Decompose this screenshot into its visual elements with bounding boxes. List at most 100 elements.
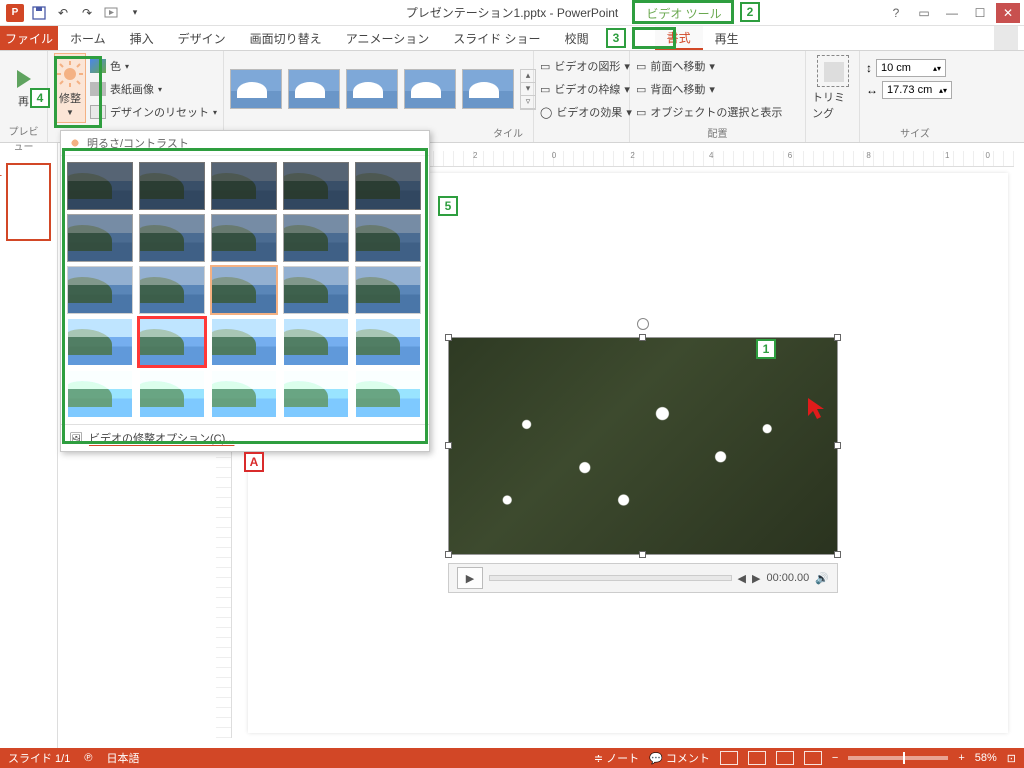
correction-option[interactable] [211, 318, 277, 366]
crop-button[interactable]: トリミング [812, 53, 853, 123]
correction-option[interactable] [283, 370, 349, 418]
reading-view-icon[interactable] [776, 751, 794, 765]
correction-option[interactable] [139, 214, 205, 262]
correction-option[interactable] [139, 162, 205, 210]
rotate-handle-icon[interactable] [637, 318, 649, 330]
undo-icon[interactable]: ↶ [52, 2, 74, 24]
video-corrections-options[interactable]: 🖼 ビデオの修整オプション(C)... [61, 424, 429, 451]
tab-file[interactable]: ファイル [0, 26, 58, 50]
video-style-thumb[interactable] [230, 69, 282, 109]
dropdown-header: 明るさ/コントラスト [61, 131, 429, 156]
slideshow-view-icon[interactable] [804, 751, 822, 765]
video-effects-button[interactable]: ◯ ビデオの効果 ▾ [540, 101, 632, 123]
poster-frame-button[interactable]: 表紙画像 ▾ [90, 78, 217, 100]
volume-icon[interactable]: 🔊 [815, 572, 829, 585]
zoom-out-icon[interactable]: − [832, 752, 838, 764]
correction-option[interactable] [283, 162, 349, 210]
video-styles-gallery[interactable]: ▴▾▿ [230, 69, 536, 110]
video-style-thumb[interactable] [346, 69, 398, 109]
correction-option[interactable] [355, 266, 421, 314]
resize-handle[interactable] [445, 442, 452, 449]
zoom-slider[interactable] [848, 756, 948, 760]
correction-option-hover[interactable] [211, 266, 277, 314]
group-arrange-label: 配置 [636, 125, 799, 142]
video-object[interactable] [448, 337, 838, 555]
save-icon[interactable] [28, 2, 50, 24]
correction-option[interactable] [67, 318, 133, 366]
app-icon: P [4, 2, 26, 24]
correction-option[interactable] [67, 162, 133, 210]
correction-option[interactable] [67, 370, 133, 418]
height-input[interactable]: 10 cm▴▾ [876, 59, 946, 77]
correction-option[interactable] [139, 266, 205, 314]
correction-option[interactable] [67, 214, 133, 262]
resize-handle[interactable] [834, 334, 841, 341]
resize-handle[interactable] [445, 551, 452, 558]
tab-insert[interactable]: 挿入 [118, 26, 166, 50]
correction-option[interactable] [355, 162, 421, 210]
correction-option[interactable] [211, 214, 277, 262]
step-back-icon[interactable]: ◀ [738, 572, 746, 585]
minimize-icon[interactable]: — [940, 3, 964, 23]
fit-window-icon[interactable]: ⊡ [1007, 752, 1016, 765]
tab-review[interactable]: 校閲 [553, 26, 601, 50]
slide-thumbnail[interactable]: 1 [6, 163, 51, 241]
maximize-icon[interactable]: ☐ [968, 3, 992, 23]
corrections-button[interactable]: 修整 ▼ [54, 53, 86, 123]
reset-design-button[interactable]: デザインのリセット ▾ [90, 101, 217, 123]
selection-pane-button[interactable]: ▭ オブジェクトの選択と表示 [636, 101, 782, 123]
resize-handle[interactable] [445, 334, 452, 341]
resize-handle[interactable] [639, 334, 646, 341]
close-icon[interactable]: ✕ [996, 3, 1020, 23]
start-from-beginning-icon[interactable] [100, 2, 122, 24]
comments-button[interactable]: 💬 コメント [649, 750, 710, 766]
video-style-thumb[interactable] [404, 69, 456, 109]
corrections-dropdown: 明るさ/コントラスト 🖼 ビデオの修整オプション(C)... [60, 130, 430, 452]
resize-handle[interactable] [834, 551, 841, 558]
video-style-thumb[interactable] [288, 69, 340, 109]
correction-option[interactable] [283, 266, 349, 314]
cursor-arrow-icon [806, 396, 832, 422]
correction-option[interactable] [211, 162, 277, 210]
video-style-thumb[interactable] [462, 69, 514, 109]
sorter-view-icon[interactable] [748, 751, 766, 765]
correction-option[interactable] [67, 266, 133, 314]
tab-animations[interactable]: アニメーション [334, 26, 442, 50]
seek-track[interactable] [489, 575, 732, 581]
video-shape-button[interactable]: ▭ ビデオの図形 ▾ [540, 55, 632, 77]
zoom-value[interactable]: 58% [975, 752, 997, 764]
correction-option[interactable] [283, 214, 349, 262]
account-icon[interactable] [994, 26, 1018, 50]
color-button[interactable]: 色 ▾ [90, 55, 217, 77]
tab-slideshow[interactable]: スライド ショー [441, 26, 552, 50]
notes-button[interactable]: ≑ ノート [594, 750, 639, 766]
tab-design[interactable]: デザイン [166, 26, 238, 50]
correction-option[interactable] [283, 318, 349, 366]
resize-handle[interactable] [639, 551, 646, 558]
play-button[interactable]: ▶ [457, 567, 483, 589]
spellcheck-icon[interactable]: ℗ [84, 752, 92, 764]
tab-format[interactable]: 書式 [655, 26, 703, 50]
zoom-in-icon[interactable]: + [958, 752, 964, 764]
help-icon[interactable]: ? [884, 3, 908, 23]
resize-handle[interactable] [834, 442, 841, 449]
correction-option[interactable] [355, 370, 421, 418]
tab-playback[interactable]: 再生 [703, 26, 751, 50]
video-preview-image [449, 338, 837, 554]
correction-option[interactable] [355, 214, 421, 262]
correction-option[interactable] [139, 370, 205, 418]
tab-home[interactable]: ホーム [58, 26, 118, 50]
correction-option-marked[interactable] [139, 318, 205, 366]
video-border-button[interactable]: ▭ ビデオの枠線 ▾ [540, 78, 632, 100]
width-input[interactable]: 17.73 cm▴▾ [882, 81, 952, 99]
correction-option[interactable] [355, 318, 421, 366]
correction-option[interactable] [211, 370, 277, 418]
ribbon-options-icon[interactable]: ▭ [912, 3, 936, 23]
tab-transitions[interactable]: 画面切り替え [238, 26, 334, 50]
status-language[interactable]: 日本語 [106, 750, 139, 766]
callout-2: 2 [740, 2, 760, 22]
qat-more-icon[interactable]: ▾ [124, 2, 146, 24]
step-forward-icon[interactable]: ▶ [752, 572, 760, 585]
redo-icon[interactable]: ↷ [76, 2, 98, 24]
normal-view-icon[interactable] [720, 751, 738, 765]
